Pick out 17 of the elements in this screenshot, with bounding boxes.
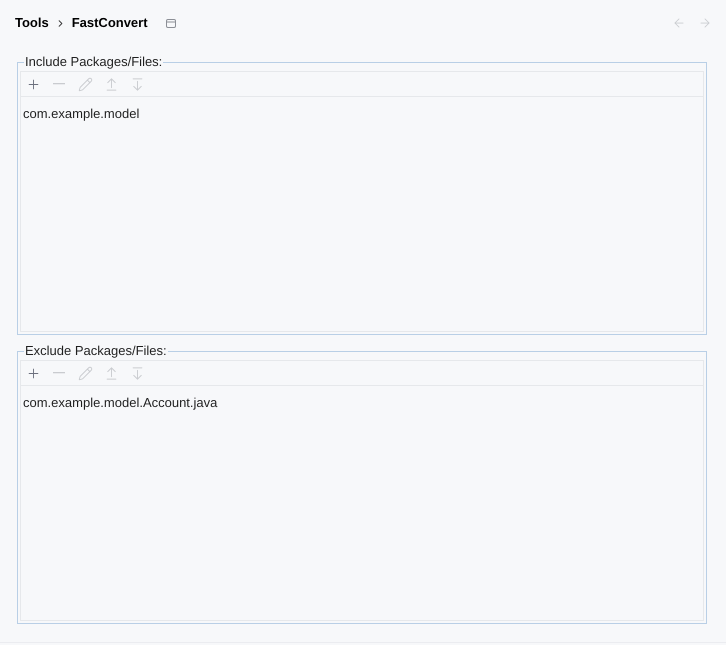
- plus-icon: [26, 76, 40, 92]
- group-label: Include Packages/Files:: [24, 54, 164, 70]
- list-item[interactable]: com.example.model.Account.java: [21, 393, 703, 413]
- arrow-right-icon: [698, 16, 712, 30]
- plus-icon: [26, 366, 40, 380]
- window-icon[interactable]: [166, 18, 176, 28]
- list-item[interactable]: com.example.model: [21, 104, 703, 124]
- pencil-icon: [78, 76, 92, 92]
- arrow-left-icon: [672, 16, 686, 30]
- minus-icon: [53, 83, 65, 85]
- breadcrumb-item[interactable]: FastConvert: [72, 13, 148, 33]
- group-label: Exclude Packages/Files:: [24, 343, 168, 359]
- arrow-up-bar-icon: [104, 366, 118, 380]
- arrow-up-bar-icon: [104, 76, 118, 92]
- pencil-icon: [78, 366, 92, 380]
- breadcrumb-item[interactable]: Tools: [15, 13, 49, 33]
- minus-icon: [53, 372, 65, 374]
